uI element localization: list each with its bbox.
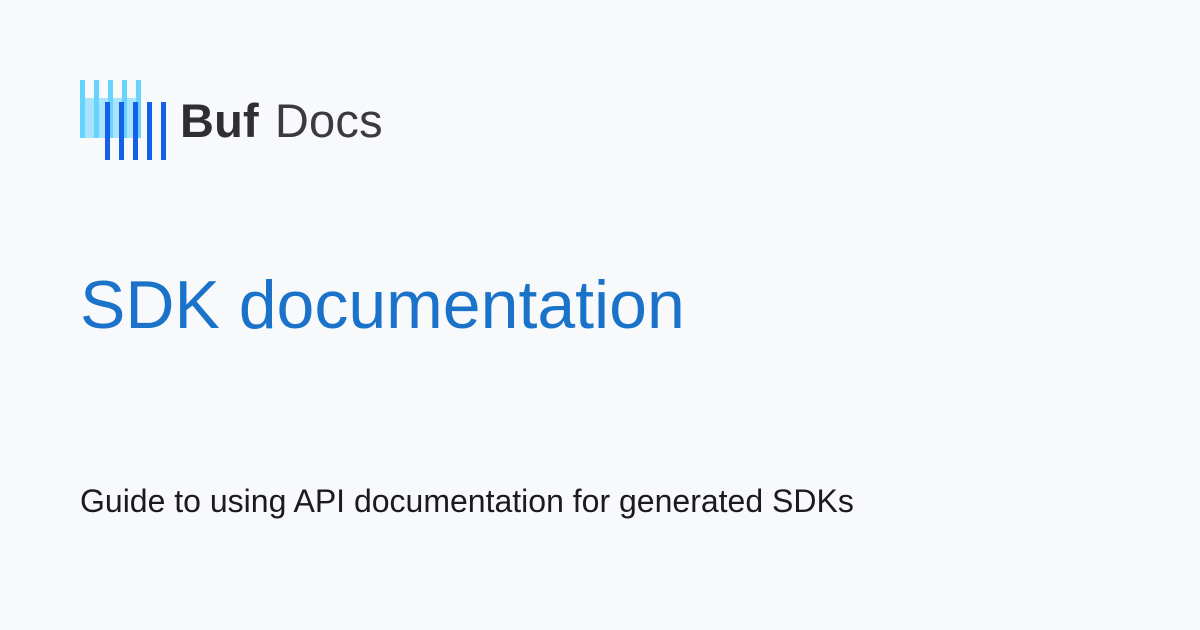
brand-product: Docs bbox=[274, 93, 383, 147]
brand-wordmark: Buf Docs bbox=[180, 97, 383, 144]
buf-logo-icon bbox=[80, 80, 166, 160]
brand-name: Buf bbox=[180, 93, 259, 147]
page-title: SDK documentation bbox=[80, 267, 685, 343]
brand: Buf Docs bbox=[80, 80, 383, 160]
page-subtitle: Guide to using API documentation for gen… bbox=[80, 483, 854, 519]
